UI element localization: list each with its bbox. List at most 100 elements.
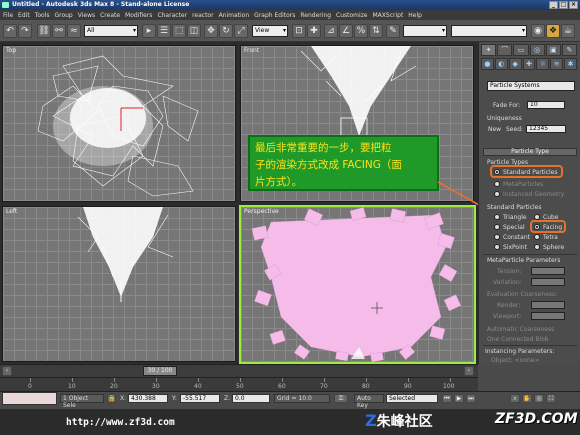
space-warps-icon[interactable]: ≋: [550, 58, 564, 70]
bind-space-warp-icon[interactable]: ≈: [67, 24, 81, 38]
rectangular-selection-icon[interactable]: ⬚: [172, 24, 186, 38]
create-tab-icon[interactable]: ✦: [481, 44, 497, 56]
menu-animation[interactable]: Animation: [219, 12, 250, 19]
fade-for-input[interactable]: 10: [527, 101, 565, 109]
time-slider[interactable]: ‹ 30 / 100 ›: [0, 364, 478, 377]
percent-snap-icon[interactable]: %: [354, 24, 368, 38]
special-radio[interactable]: [494, 224, 500, 230]
utilities-tab-icon[interactable]: ✎: [561, 44, 578, 56]
redo-icon[interactable]: ↷: [18, 24, 32, 38]
maxscript-listener-swatch[interactable]: [2, 392, 57, 405]
menu-help[interactable]: Help: [408, 12, 422, 19]
go-to-start-icon[interactable]: ⏮: [442, 394, 452, 403]
triangle-radio[interactable]: [494, 214, 500, 220]
category-dropdown[interactable]: Particle Systems: [487, 81, 575, 91]
menu-edit[interactable]: Edit: [18, 12, 30, 19]
slider-right-icon[interactable]: ›: [464, 366, 474, 376]
viewport-perspective[interactable]: Perspective: [239, 205, 476, 364]
time-slider-thumb[interactable]: 30 / 100: [143, 366, 177, 376]
select-object-icon[interactable]: ▸: [142, 24, 156, 38]
select-scale-icon[interactable]: ⤢: [234, 24, 248, 38]
sixpoint-radio[interactable]: [494, 244, 500, 250]
named-selection-icon[interactable]: ✎: [386, 24, 400, 38]
track-bar[interactable]: 0 10 20 30 40 50 60 70 80 90 100: [0, 377, 478, 391]
menu-reactor[interactable]: reactor: [192, 12, 214, 19]
lock-icon[interactable]: 🔒: [107, 394, 116, 403]
menu-create[interactable]: Create: [100, 12, 120, 19]
key-filter-dropdown[interactable]: Selected: [386, 394, 438, 403]
key-icon[interactable]: ⚿: [334, 394, 348, 403]
named-selection-sets-dropdown[interactable]: [403, 25, 447, 37]
modify-tab-icon[interactable]: ⌒: [497, 44, 513, 56]
render-coarseness-input[interactable]: [531, 301, 565, 309]
menu-character[interactable]: Character: [157, 12, 187, 19]
viewport-left[interactable]: Left: [2, 206, 236, 362]
snap-toggle-icon[interactable]: ⊿: [324, 24, 338, 38]
select-manipulate-icon[interactable]: ✚: [307, 24, 321, 38]
sphere-radio[interactable]: [534, 244, 540, 250]
pivot-center-icon[interactable]: ⊡: [292, 24, 306, 38]
go-to-end-icon[interactable]: ⏭: [466, 394, 476, 403]
reference-coordinate-dropdown[interactable]: View: [252, 25, 288, 37]
menu-file[interactable]: File: [3, 12, 13, 19]
tetra-radio[interactable]: [534, 234, 540, 240]
orbit-icon[interactable]: ◎: [534, 394, 544, 403]
menu-group[interactable]: Group: [54, 12, 72, 19]
constant-radio[interactable]: [494, 234, 500, 240]
spinner-snap-icon[interactable]: ⇅: [369, 24, 383, 38]
viewport-top[interactable]: Top: [2, 45, 236, 202]
quick-render-icon[interactable]: ☕: [561, 24, 575, 38]
material-editor-icon[interactable]: ◉: [531, 24, 545, 38]
select-by-name-icon[interactable]: ☰: [157, 24, 171, 38]
menu-customize[interactable]: Customize: [336, 12, 368, 19]
display-tab-icon[interactable]: ▣: [545, 44, 561, 56]
variation-input[interactable]: [531, 278, 565, 286]
select-move-icon[interactable]: ✥: [204, 24, 218, 38]
auto-key-button[interactable]: Auto Key: [354, 394, 384, 409]
pan-icon[interactable]: ✋: [522, 394, 532, 403]
instanced-geometry-radio[interactable]: [494, 191, 500, 197]
zoom-icon[interactable]: ⌕: [510, 394, 520, 403]
layer-dropdown[interactable]: [451, 25, 527, 37]
one-connected-blob-checkbox[interactable]: One Connected Blob: [487, 336, 549, 343]
cameras-icon[interactable]: ✚: [522, 58, 536, 70]
seed-input[interactable]: 12345: [526, 125, 566, 133]
geometry-icon[interactable]: ●: [481, 58, 494, 70]
hierarchy-tab-icon[interactable]: ▭: [513, 44, 529, 56]
tick-label: 50: [236, 383, 244, 390]
selection-filter-dropdown[interactable]: All: [84, 25, 138, 37]
z-coordinate-field[interactable]: 0.0: [232, 394, 270, 403]
y-coordinate-field[interactable]: -55.517: [180, 394, 220, 403]
window-crossing-icon[interactable]: ◫: [187, 24, 201, 38]
menu-maxscript[interactable]: MAXScript: [373, 12, 404, 19]
select-rotate-icon[interactable]: ↻: [219, 24, 233, 38]
link-icon[interactable]: ⛓: [37, 24, 51, 38]
close-button[interactable]: ×: [569, 1, 578, 9]
menu-tools[interactable]: Tools: [35, 12, 50, 19]
undo-icon[interactable]: ↶: [3, 24, 17, 38]
motion-tab-icon[interactable]: ◎: [529, 44, 545, 56]
menu-rendering[interactable]: Rendering: [300, 12, 331, 19]
maximize-viewport-icon[interactable]: ⛶: [546, 394, 556, 403]
menu-views[interactable]: Views: [78, 12, 95, 19]
shapes-icon[interactable]: ◐: [494, 58, 508, 70]
lights-icon[interactable]: ◆: [508, 58, 522, 70]
maximize-button[interactable]: □: [559, 1, 568, 9]
x-coordinate-field[interactable]: 430.388: [128, 394, 168, 403]
unlink-icon[interactable]: ⚯: [52, 24, 66, 38]
angle-snap-icon[interactable]: ∠: [339, 24, 353, 38]
play-icon[interactable]: ▶: [454, 394, 464, 403]
systems-icon[interactable]: ✱: [564, 58, 578, 70]
metaparticles-radio[interactable]: [494, 181, 500, 187]
tension-input[interactable]: [531, 267, 565, 275]
particle-type-rollout[interactable]: Particle Type: [483, 148, 577, 156]
render-scene-icon[interactable]: ❖: [546, 24, 560, 38]
slider-left-icon[interactable]: ‹: [2, 366, 12, 376]
menu-graph-editors[interactable]: Graph Editors: [254, 12, 295, 19]
viewport-coarseness-input[interactable]: [531, 312, 565, 320]
new-seed-button[interactable]: New: [488, 126, 501, 133]
minimize-button[interactable]: _: [549, 1, 558, 9]
automatic-coarseness-checkbox[interactable]: Automatic Coarseness: [487, 326, 554, 333]
menu-modifiers[interactable]: Modifiers: [125, 12, 152, 19]
helpers-icon[interactable]: ☼: [536, 58, 550, 70]
